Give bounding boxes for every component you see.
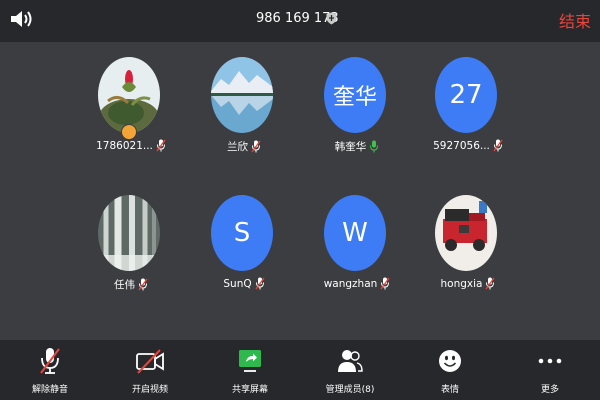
avatar: S <box>211 195 273 271</box>
manage-participants-label: 管理成员(8) <box>325 385 375 395</box>
participant-name: 韩奎华 <box>334 141 367 153</box>
participant-tile[interactable]: 兰欣 <box>184 57 304 167</box>
start-video-button[interactable]: 开启视频 <box>100 340 200 400</box>
participant-tile[interactable]: 任伟 <box>71 195 191 305</box>
more-label: 更多 <box>540 385 559 395</box>
lego-photo <box>435 195 497 271</box>
mic-muted-icon <box>251 140 261 153</box>
end-meeting-button[interactable]: 结束 <box>559 8 591 32</box>
participant-name-row: 兰欣 <box>184 139 304 154</box>
reactions-label: 表情 <box>440 385 459 395</box>
mic-muted-icon <box>156 139 166 152</box>
flower-photo <box>98 57 160 133</box>
mic-muted-icon <box>138 278 148 291</box>
share-screen-label: 共享屏幕 <box>231 385 268 395</box>
avatar: W <box>324 195 386 271</box>
participant-name: 任伟 <box>114 279 135 291</box>
host-badge <box>121 124 137 140</box>
participant-tile[interactable]: 1786021... <box>71 57 191 167</box>
speaker-icon[interactable] <box>9 8 35 30</box>
participant-name-row: wangzhan <box>297 277 417 290</box>
mic-active-icon <box>370 140 379 153</box>
participant-tile[interactable]: S SunQ <box>184 195 304 305</box>
participant-grid: 1786021... 兰欣 奎华 韩奎华 27 5927056... 任伟 S … <box>0 42 600 340</box>
bottom-toolbar: 解除静音 开启视频 共享屏幕 管理成员(8) 表情 更多 <box>0 340 600 400</box>
reactions-button[interactable]: 表情 <box>400 340 500 400</box>
smiley-icon <box>439 350 461 372</box>
mic-muted-icon <box>380 277 390 290</box>
participant-name: SunQ <box>223 277 252 290</box>
avatar: 27 <box>435 57 497 133</box>
participant-name-row: 任伟 <box>71 277 191 292</box>
participant-name: 兰欣 <box>227 141 248 153</box>
lake-photo <box>211 57 273 133</box>
mic-off-icon <box>40 348 60 374</box>
participant-name: 1786021... <box>96 139 153 152</box>
avatar <box>98 57 160 133</box>
participant-name-row: 1786021... <box>71 139 191 152</box>
participant-name-row: 韩奎华 <box>297 139 417 154</box>
avatar <box>435 195 497 271</box>
unmute-label: 解除静音 <box>31 385 68 395</box>
unmute-button[interactable]: 解除静音 <box>0 340 100 400</box>
more-dots-icon <box>538 358 562 364</box>
more-button[interactable]: 更多 <box>500 340 600 400</box>
start-video-label: 开启视频 <box>131 385 168 395</box>
manage-participants-button[interactable]: 管理成员(8) <box>300 340 400 400</box>
avatar: 奎华 <box>324 57 386 133</box>
participant-tile[interactable]: W wangzhan <box>297 195 417 305</box>
participants-icon <box>338 350 363 372</box>
participant-tile[interactable]: 27 5927056... <box>408 57 528 167</box>
shield-icon <box>326 12 337 25</box>
participant-name: wangzhan <box>323 277 378 290</box>
waterfall-photo <box>98 195 160 271</box>
participant-name-row: 5927056... <box>408 139 528 152</box>
participant-tile[interactable]: 奎华 韩奎华 <box>297 57 417 167</box>
avatar <box>211 57 273 133</box>
share-screen-icon <box>239 350 261 372</box>
share-screen-button[interactable]: 共享屏幕 <box>200 340 300 400</box>
participant-name-row: SunQ <box>184 277 304 290</box>
video-off-icon <box>136 349 164 374</box>
mic-muted-icon <box>493 139 503 152</box>
mic-muted-icon <box>485 277 496 290</box>
participant-tile[interactable]: hongxia <box>408 195 528 305</box>
participant-name: hongxia <box>440 277 483 290</box>
avatar <box>98 195 160 271</box>
participant-name: 5927056... <box>433 139 490 152</box>
top-bar: 986 169 173 结束 <box>0 0 600 42</box>
mic-muted-icon <box>255 277 265 290</box>
participant-name-row: hongxia <box>408 277 528 290</box>
